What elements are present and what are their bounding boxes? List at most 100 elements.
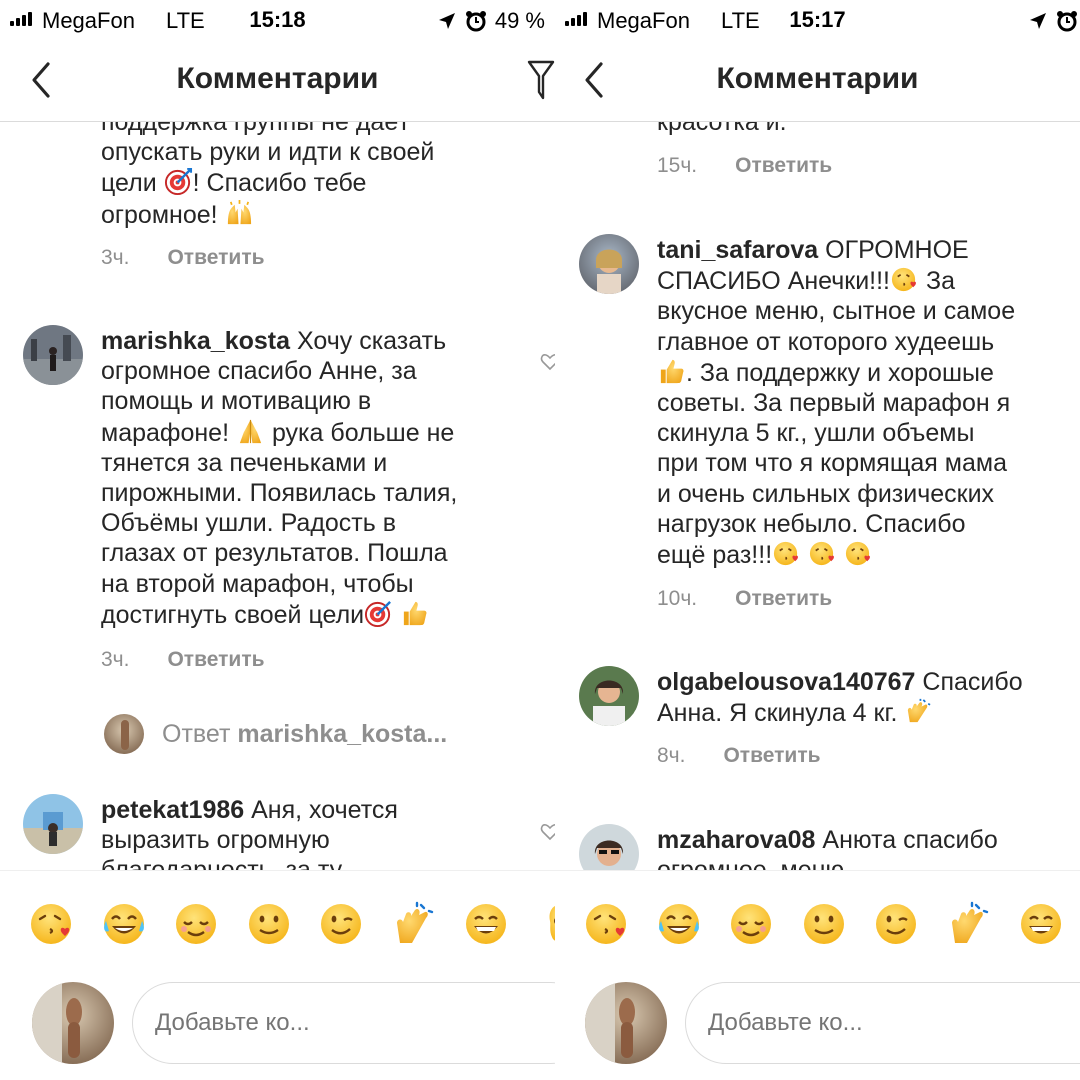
page-title: Комментарии (716, 62, 919, 95)
right-screenshot-panel: MegaFon LTE 15:17 50 Комментарии красотк… (555, 0, 1080, 1080)
comment-line-part: СПАСИБО Анечки!!! (657, 267, 891, 296)
comment-line-part: рука больше не (271, 418, 455, 447)
raising-hands-emoji-icon (227, 199, 251, 224)
reply-button[interactable]: Ответить (735, 587, 832, 611)
comment-line: помощь и мотивацию в (101, 387, 372, 416)
comment-line-part: Хочу сказать (296, 327, 447, 355)
joy-emoji-icon (103, 904, 144, 944)
comment-time: 10ч. (657, 587, 698, 610)
comment-input[interactable] (132, 982, 555, 1064)
reply-button[interactable]: Ответить (723, 744, 820, 768)
comment-line: огромное, меню (657, 855, 1067, 870)
comment-line-part: огромное! (101, 200, 218, 229)
user-avatar (32, 982, 114, 1064)
comment-line-part: За (925, 267, 955, 296)
comment-line-part: Анна. Я скинула 4 кг. (657, 699, 898, 728)
comment-line-part: Аня, хочется (251, 796, 398, 824)
comments-list[interactable]: красотка и. 15ч. Ответить tani_safarova … (555, 122, 1080, 870)
quick-emoji-grin-button[interactable] (1018, 901, 1064, 947)
comment-time: 8ч. (657, 744, 686, 767)
comment-username[interactable]: petekat1986 (101, 796, 244, 824)
view-replies-prefix: Ответ (162, 720, 231, 748)
quick-emoji-wink-button[interactable] (873, 901, 919, 947)
comment-line-part: достигнуть своей цели (101, 600, 365, 629)
reply-button[interactable]: Ответить (167, 648, 264, 672)
heart-like-icon[interactable] (540, 822, 555, 842)
comment-line-part: Спасибо (922, 668, 1023, 696)
quick-emoji-bar (0, 870, 555, 980)
heart-like-icon[interactable] (540, 352, 555, 372)
comment-username[interactable]: olgabelousova140767 (657, 668, 915, 696)
slight-smile-emoji-icon (248, 904, 289, 944)
quick-emoji-relieved-button[interactable] (173, 901, 219, 947)
nav-bar: Комментарии (0, 40, 555, 122)
comment-meta: 8ч. Ответить (657, 744, 821, 768)
quick-emoji-wink-button[interactable] (318, 901, 364, 947)
filter-icon[interactable] (525, 58, 555, 102)
quick-emoji-kissing-heart-button[interactable] (583, 901, 629, 947)
comment-line: Объёмы ушли. Радость в (101, 509, 397, 538)
avatar[interactable] (23, 794, 83, 854)
status-bar: MegaFon LTE 15:18 49 % (0, 0, 555, 40)
comment-line: огромное! (101, 199, 521, 230)
quick-emoji-extra-button[interactable] (536, 901, 555, 947)
comment-line: главное от которого худеешь (657, 327, 995, 356)
location-arrow-icon (438, 13, 455, 29)
quick-emoji-clap-button[interactable] (946, 901, 992, 947)
comment-input[interactable] (685, 982, 1080, 1064)
kissing-heart-emoji-icon (586, 904, 626, 944)
comment-username[interactable]: tani_safarova (657, 236, 818, 264)
extra-emoji-icon (549, 905, 555, 941)
kissing-heart-emoji-icon (845, 541, 870, 566)
comment-line: tani_safarova ОГРОМНОЕ (657, 235, 1067, 265)
comment-line: глазах от результатов. Пошла (101, 539, 448, 568)
relieved-emoji-icon (176, 904, 216, 944)
comment-meta: 3ч. Ответить (101, 648, 265, 672)
comment-time: 3ч. (101, 246, 130, 269)
avatar[interactable] (579, 824, 639, 870)
relieved-emoji-icon (731, 904, 771, 944)
quick-emoji-joy-button[interactable] (101, 901, 147, 947)
comment-username[interactable]: mzaharova08 (657, 826, 815, 854)
comment-meta: 10ч. Ответить (657, 587, 832, 611)
kissing-heart-emoji-icon (891, 268, 916, 292)
alarm-icon (1056, 11, 1077, 32)
comment-time: 3ч. (101, 648, 130, 671)
comment-line: Анна. Я скинула 4 кг. (657, 697, 1067, 728)
avatar[interactable] (579, 234, 639, 294)
comment-line: и очень сильных физических (657, 479, 995, 508)
clapping-hands-emoji-icon (908, 699, 931, 723)
avatar[interactable] (23, 325, 83, 385)
comments-list[interactable]: поддержка группы не даёт опускать руки и… (0, 122, 555, 870)
joy-emoji-icon (658, 904, 699, 944)
thread-avatar (104, 714, 144, 754)
reply-button[interactable]: Ответить (735, 154, 832, 178)
comment-text-fragment: красотка и. (657, 122, 1067, 137)
quick-emoji-relieved-button[interactable] (728, 901, 774, 947)
comment-line: при том что я кормящая мама (657, 449, 1007, 478)
location-arrow-icon (1029, 13, 1046, 29)
quick-emoji-slight-smile-button[interactable] (801, 901, 847, 947)
quick-emoji-slight-smile-button[interactable] (246, 901, 292, 947)
quick-emoji-kissing-heart-button[interactable] (28, 901, 74, 947)
quick-emoji-joy-button[interactable] (656, 901, 702, 947)
thumbs-up-emoji-icon (403, 601, 427, 625)
comment-line-part: ! Спасибо тебе (192, 169, 367, 198)
kissing-heart-emoji-icon (31, 904, 71, 944)
avatar[interactable] (579, 666, 639, 726)
comment-text-fragment: поддержка группы не даёт опускать руки и… (101, 122, 521, 230)
folded-hands-emoji-icon (239, 419, 262, 443)
quick-emoji-grin-button[interactable] (463, 901, 509, 947)
status-right-group: 49 % (437, 8, 545, 34)
quick-emoji-clap-button[interactable] (391, 901, 437, 947)
comment-line: ещё раз!!! (657, 539, 1067, 570)
view-replies-link[interactable]: Ответ marishka_kosta... (162, 720, 447, 749)
comment-line: тянется за печеньками и (101, 448, 388, 477)
clap-emoji-icon (396, 901, 433, 943)
reply-button[interactable]: Ответить (167, 246, 264, 270)
comment-line: красотка и. (657, 122, 787, 136)
thumbs-up-emoji-icon (660, 359, 684, 383)
status-time: 15:17 (789, 7, 846, 32)
comment-username[interactable]: marishka_kosta (101, 327, 290, 355)
comment-line: . За поддержку и хорошые (657, 357, 1067, 388)
